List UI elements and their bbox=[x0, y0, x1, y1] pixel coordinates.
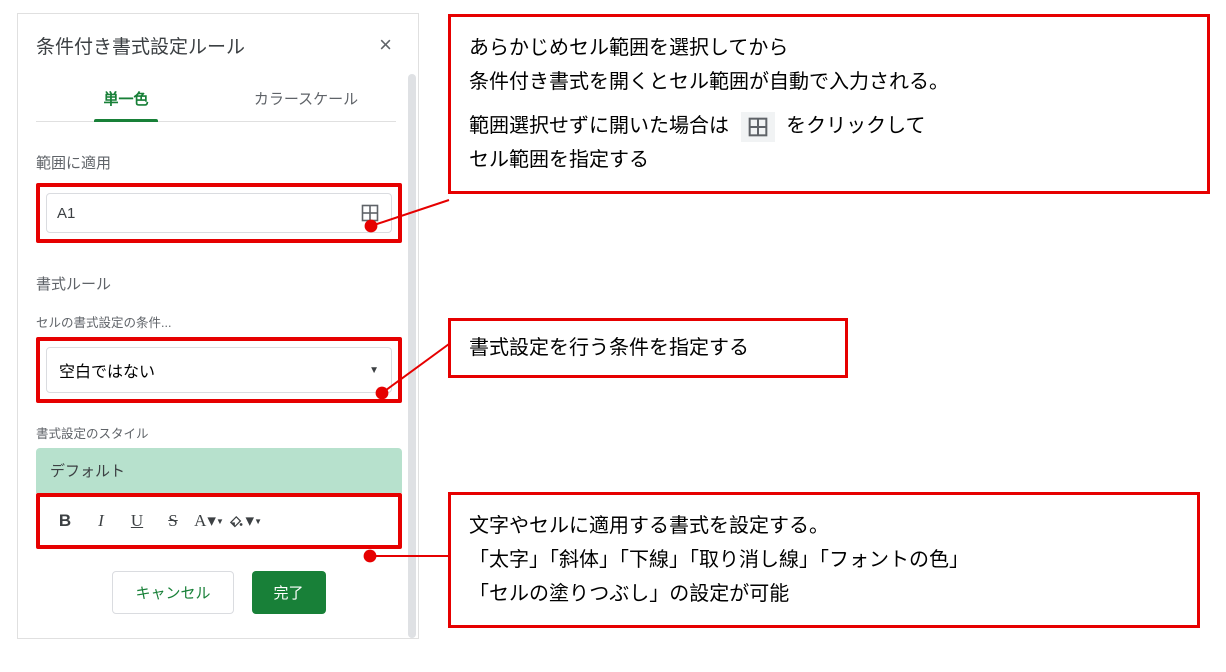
strikethrough-button[interactable]: S bbox=[156, 507, 190, 535]
annotation-text: あらかじめセル範囲を選択してから bbox=[469, 31, 1189, 65]
italic-button[interactable]: I bbox=[84, 507, 118, 535]
chevron-down-icon: ▼ bbox=[369, 365, 379, 376]
annotation-text: セル範囲を指定する bbox=[469, 143, 1189, 177]
panel-body: 単一色 カラースケール 範囲に適用 書式ルール セルの書式設定の条件... bbox=[18, 74, 418, 638]
range-input[interactable] bbox=[57, 205, 351, 222]
highlight-toolbar: B I U S A▾▼ ▾▼ bbox=[36, 493, 402, 549]
conditional-format-panel: 条件付き書式設定ルール × 単一色 カラースケール 範囲に適用 bbox=[18, 14, 418, 638]
annotation-text: 書式設定を行う条件を指定する bbox=[469, 337, 749, 359]
annotation-text: 範囲選択せずに開いた場合は をクリックして bbox=[469, 109, 1189, 143]
cancel-button[interactable]: キャンセル bbox=[112, 571, 233, 614]
close-icon[interactable]: × bbox=[373, 30, 398, 60]
scrollbar[interactable] bbox=[408, 74, 416, 638]
range-label: 範囲に適用 bbox=[36, 152, 402, 173]
highlight-condition: 空白ではない ▼ bbox=[36, 337, 402, 403]
highlight-range bbox=[36, 183, 402, 243]
select-range-icon[interactable] bbox=[359, 202, 381, 224]
panel-title: 条件付き書式設定ルール bbox=[36, 32, 245, 59]
fill-color-button[interactable]: ▾▼ bbox=[228, 507, 262, 535]
panel-header: 条件付き書式設定ルール × bbox=[18, 14, 418, 74]
condition-value: 空白ではない bbox=[59, 358, 155, 382]
annotation-condition: 書式設定を行う条件を指定する bbox=[448, 318, 848, 378]
rules-label: 書式ルール bbox=[36, 273, 402, 294]
condition-select[interactable]: 空白ではない ▼ bbox=[46, 347, 392, 393]
tab-single-color[interactable]: 単一色 bbox=[36, 74, 216, 121]
condition-sublabel: セルの書式設定の条件... bbox=[36, 312, 402, 331]
text-color-button[interactable]: A▾▼ bbox=[192, 507, 226, 535]
footer: キャンセル 完了 bbox=[36, 549, 402, 620]
tab-color-scale[interactable]: カラースケール bbox=[216, 74, 396, 121]
annotation-text: 条件付き書式を開くとセル範囲が自動で入力される。 bbox=[469, 65, 1189, 99]
tabs: 単一色 カラースケール bbox=[36, 74, 396, 122]
annotation-style: 文字やセルに適用する書式を設定する。 「太字」「斜体」「下線」「取り消し線」「フ… bbox=[448, 492, 1200, 628]
format-toolbar: B I U S A▾▼ ▾▼ bbox=[42, 499, 396, 543]
range-row bbox=[46, 193, 392, 233]
bold-button[interactable]: B bbox=[48, 507, 82, 535]
done-button[interactable]: 完了 bbox=[252, 571, 326, 614]
annotation-range: あらかじめセル範囲を選択してから 条件付き書式を開くとセル範囲が自動で入力される… bbox=[448, 14, 1210, 194]
underline-button[interactable]: U bbox=[120, 507, 154, 535]
style-label: 書式設定のスタイル bbox=[36, 423, 402, 442]
annotation-text: 「セルの塗りつぶし」の設定が可能 bbox=[469, 577, 1179, 611]
annotation-text: 「太字」「斜体」「下線」「取り消し線」「フォントの色」 bbox=[469, 543, 1179, 577]
style-preview[interactable]: デフォルト bbox=[36, 448, 402, 493]
annotation-text: 文字やセルに適用する書式を設定する。 bbox=[469, 509, 1179, 543]
select-range-icon bbox=[741, 112, 775, 142]
paint-bucket-icon bbox=[228, 512, 245, 530]
